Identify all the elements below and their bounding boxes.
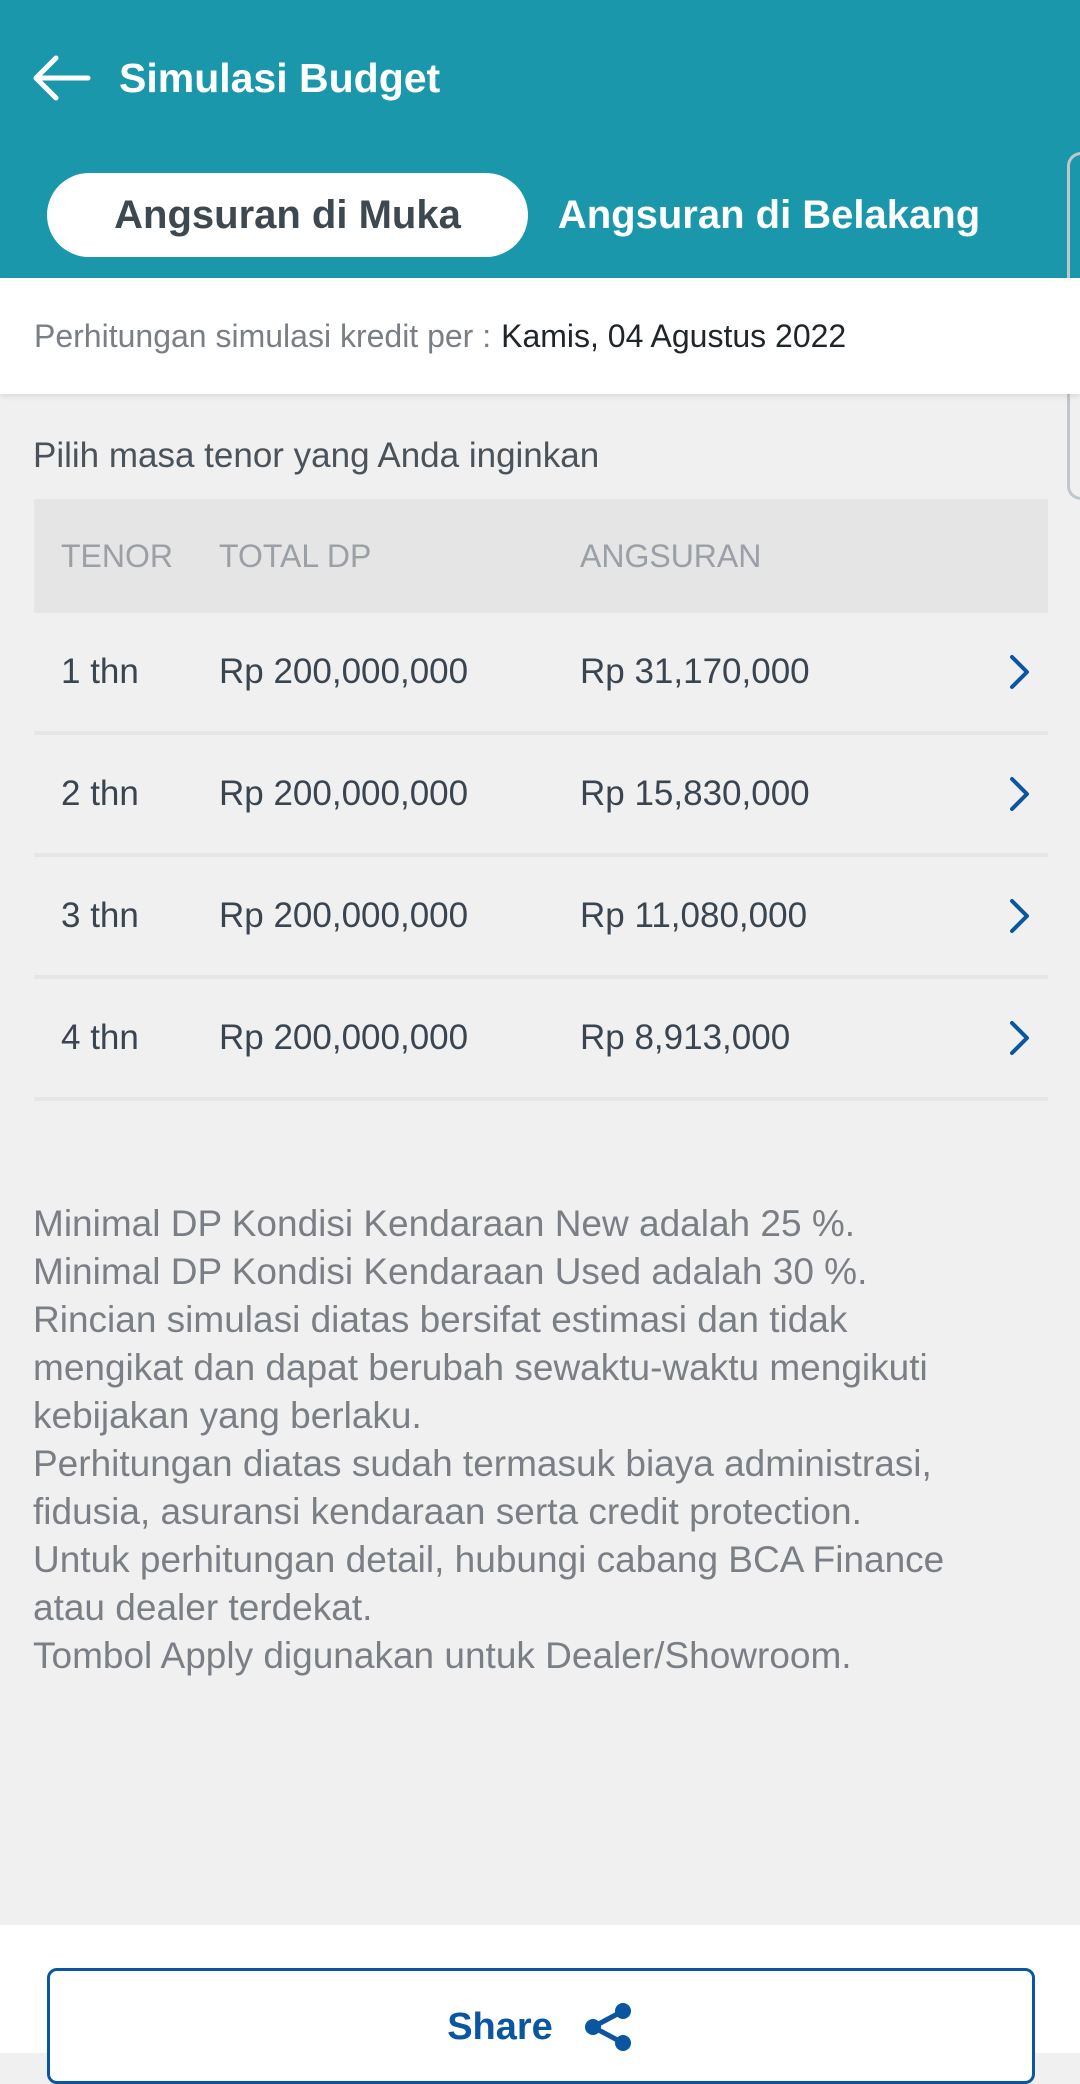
table-header: TENOR TOTAL DP ANGSURAN — [34, 499, 1048, 613]
note-line: atau dealer terdekat. — [33, 1587, 373, 1628]
row-total-dp: Rp 200,000,000 — [219, 896, 469, 935]
table-row[interactable]: 4 thn Rp 200,000,000 Rp 8,913,000 — [34, 979, 1048, 1101]
tenor-table: TENOR TOTAL DP ANGSURAN 1 thn Rp 200,000… — [34, 499, 1048, 1101]
table-row[interactable]: 1 thn Rp 200,000,000 Rp 31,170,000 — [34, 613, 1048, 735]
date-label: Perhitungan simulasi kredit per : — [34, 317, 492, 354]
row-tenor: 3 thn — [61, 896, 139, 935]
row-angsuran: Rp 31,170,000 — [580, 652, 810, 691]
table-row[interactable]: 2 thn Rp 200,000,000 Rp 15,830,000 — [34, 735, 1048, 857]
page-title: Simulasi Budget — [119, 55, 441, 101]
tenor-section-label: Pilih masa tenor yang Anda inginkan — [33, 436, 600, 475]
note-line: Perhitungan diatas sudah termasuk biaya … — [33, 1443, 932, 1484]
note-line: Rincian simulasi diatas bersifat estimas… — [33, 1299, 848, 1340]
arrow-left-icon — [33, 55, 91, 101]
row-tenor: 2 thn — [61, 774, 139, 813]
row-tenor: 4 thn — [61, 1018, 139, 1057]
tab-angsuran-di-muka[interactable]: Angsuran di Muka — [47, 173, 528, 257]
note-line: mengikat dan dapat berubah sewaktu-waktu… — [33, 1347, 928, 1388]
row-total-dp: Rp 200,000,000 — [219, 774, 469, 813]
row-angsuran: Rp 8,913,000 — [580, 1018, 791, 1057]
column-header-angsuran: ANGSURAN — [580, 537, 762, 574]
note-line: Minimal DP Kondisi Kendaraan Used adalah… — [33, 1251, 868, 1292]
chevron-right-icon[interactable] — [1004, 1018, 1034, 1058]
table-row[interactable]: 3 thn Rp 200,000,000 Rp 11,080,000 — [34, 857, 1048, 979]
note-line: Untuk perhitungan detail, hubungi cabang… — [33, 1539, 945, 1580]
chevron-right-icon[interactable] — [1004, 652, 1034, 692]
chevron-right-icon[interactable] — [1004, 774, 1034, 814]
disclaimer-notes: Minimal DP Kondisi Kendaraan New adalah … — [33, 1200, 1043, 1680]
share-button-content: Share — [447, 2001, 635, 2053]
share-label: Share — [447, 2005, 553, 2048]
chevron-right-icon[interactable] — [1004, 896, 1034, 936]
row-total-dp: Rp 200,000,000 — [219, 652, 469, 691]
simulation-date-bar: Perhitungan simulasi kredit per : Kamis,… — [0, 278, 1080, 394]
note-line: Minimal DP Kondisi Kendaraan New adalah … — [33, 1203, 856, 1244]
share-icon — [584, 2003, 631, 2051]
row-total-dp: Rp 200,000,000 — [219, 1018, 469, 1057]
note-line: fidusia, asuransi kendaraan serta credit… — [33, 1491, 862, 1532]
row-angsuran: Rp 15,830,000 — [580, 774, 810, 813]
column-header-tenor: TENOR — [61, 537, 173, 574]
back-button[interactable] — [30, 52, 92, 104]
column-header-total-dp: TOTAL DP — [219, 537, 372, 574]
share-button[interactable]: Share — [47, 1968, 1035, 2084]
note-line: kebijakan yang berlaku. — [33, 1395, 422, 1436]
app-header: Simulasi Budget Angsuran di Muka Angsura… — [0, 0, 1080, 278]
date-value: Kamis, 04 Agustus 2022 — [501, 317, 847, 354]
row-tenor: 1 thn — [61, 652, 139, 691]
row-angsuran: Rp 11,080,000 — [580, 896, 808, 935]
tab-angsuran-di-belakang[interactable]: Angsuran di Belakang — [536, 173, 1002, 257]
note-line: Tombol Apply digunakan untuk Dealer/Show… — [33, 1635, 852, 1676]
